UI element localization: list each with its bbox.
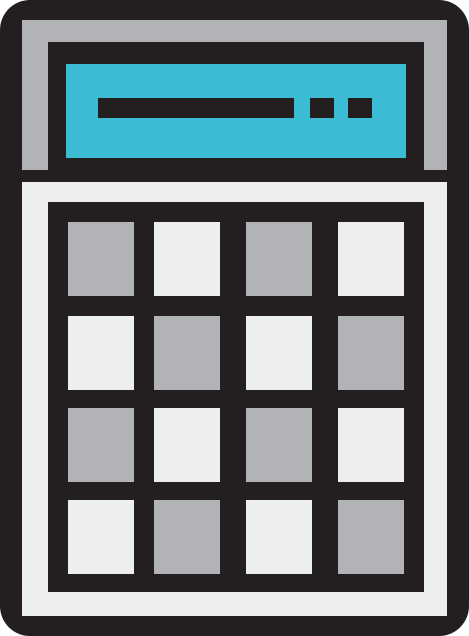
calculator-key: [154, 316, 220, 390]
calculator-key: [246, 408, 312, 482]
calculator-key: [68, 316, 134, 390]
display-dot: [310, 98, 334, 118]
calculator-key: [154, 408, 220, 482]
display-bar: [98, 98, 294, 118]
calculator-key: [154, 500, 220, 574]
calculator-key: [68, 408, 134, 482]
calculator-key: [246, 222, 312, 296]
display-dot: [348, 98, 372, 118]
calculator-key: [246, 500, 312, 574]
calculator-key: [68, 222, 134, 296]
calculator-key: [154, 222, 220, 296]
calculator-key: [68, 500, 134, 574]
calculator-icon: [0, 0, 469, 636]
calculator-key: [338, 316, 404, 390]
calculator-key: [338, 222, 404, 296]
calculator-key: [338, 500, 404, 574]
calculator-key: [338, 408, 404, 482]
body-separator: [22, 170, 447, 182]
calculator-key: [246, 316, 312, 390]
